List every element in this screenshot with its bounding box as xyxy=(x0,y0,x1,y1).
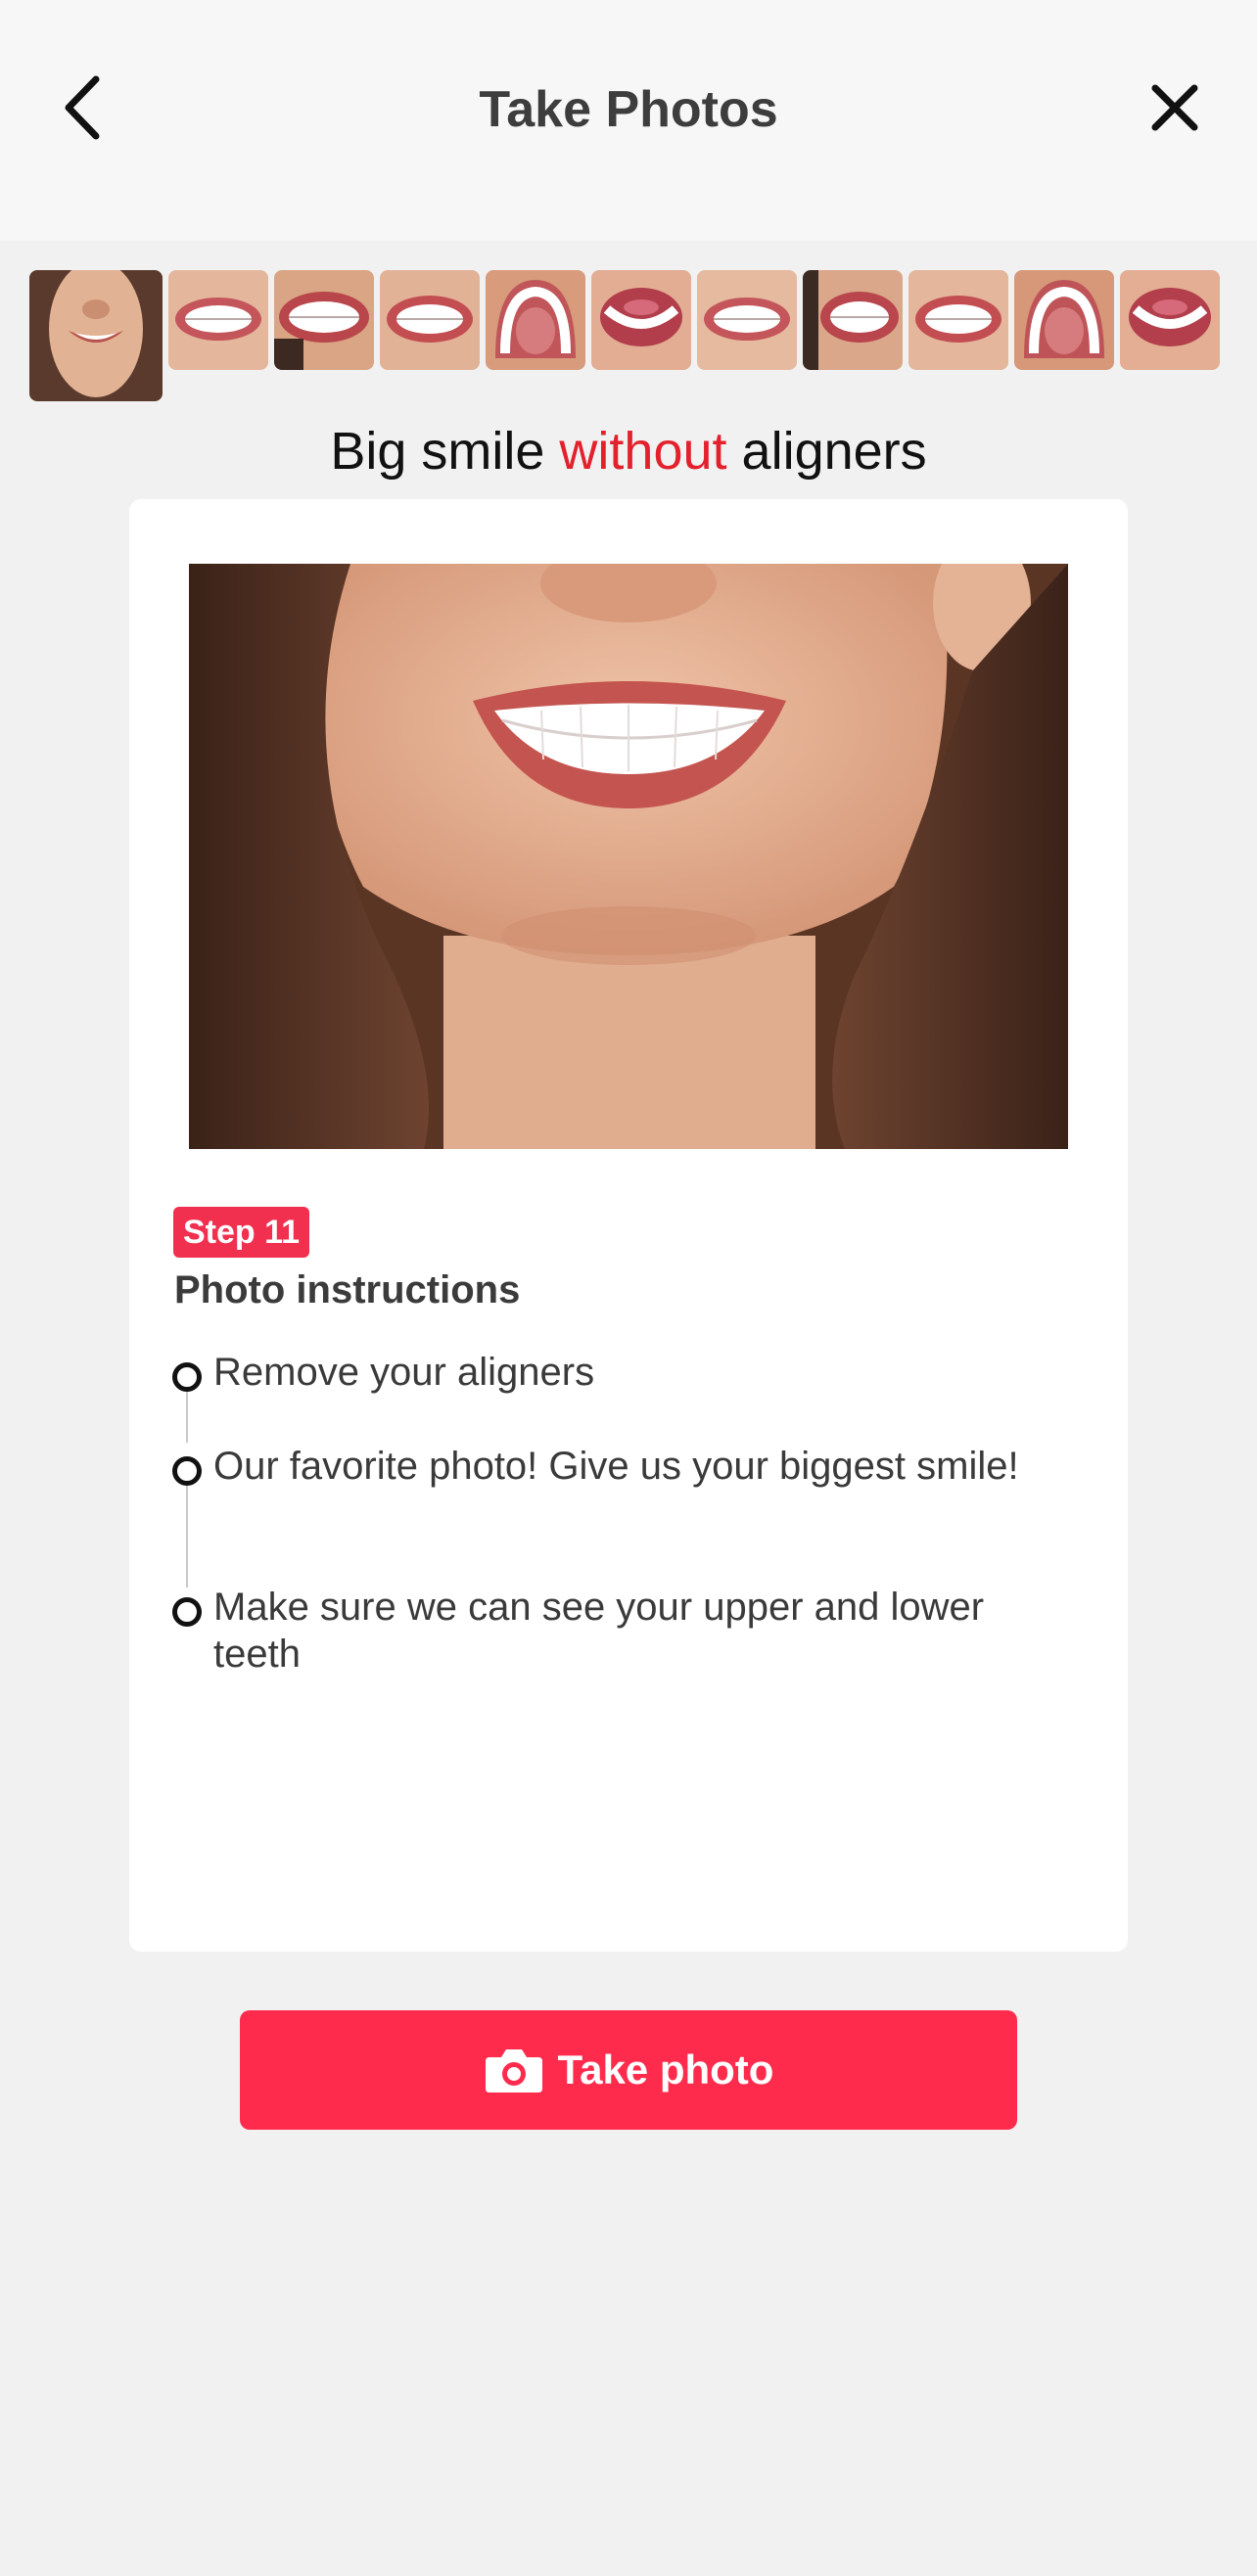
bullet-circle-icon xyxy=(172,1597,202,1627)
top-bar: Take Photos xyxy=(0,0,1257,241)
step-heading-accent: without xyxy=(559,422,727,481)
instruction-card: Step 11 Photo instructions Remove your a… xyxy=(129,499,1128,1952)
thumbnail-teeth-side[interactable] xyxy=(803,270,903,370)
thumbnail-teeth-retract[interactable] xyxy=(274,270,374,370)
step-heading-part2: aligners xyxy=(741,422,927,481)
thumbnail-teeth-front[interactable] xyxy=(697,270,797,370)
camera-icon xyxy=(485,2049,542,2093)
thumbnail-lower-teeth[interactable] xyxy=(591,270,691,370)
instruction-text: Our favorite photo! Give us your biggest… xyxy=(213,1445,1019,1488)
instructions-title: Photo instructions xyxy=(174,1268,521,1311)
thumbnail-teeth-front[interactable] xyxy=(908,270,1008,370)
step-heading: Big smile without aligners xyxy=(0,421,1257,482)
thumbnail-lower-teeth[interactable] xyxy=(1120,270,1220,370)
thumbnail-face-smile[interactable] xyxy=(29,270,163,401)
thumbnail-teeth-front[interactable] xyxy=(168,270,268,370)
timeline-connector xyxy=(186,1384,188,1443)
take-photo-label: Take photo xyxy=(557,2047,774,2093)
timeline-connector xyxy=(186,1478,188,1587)
instruction-text: Remove your aligners xyxy=(213,1351,595,1394)
thumbnail-upper-arch[interactable] xyxy=(1014,270,1114,370)
close-icon xyxy=(1151,84,1198,131)
example-photo xyxy=(189,564,1068,1149)
bullet-circle-icon xyxy=(172,1362,202,1392)
step-badge: Step 11 xyxy=(173,1207,310,1258)
photo-step-thumbnails xyxy=(29,270,1228,403)
thumbnail-teeth-front[interactable] xyxy=(380,270,480,370)
close-button[interactable] xyxy=(1136,69,1214,147)
step-heading-part1: Big smile xyxy=(330,422,545,481)
thumbnail-upper-arch[interactable] xyxy=(486,270,585,370)
instruction-text: Make sure we can see your upper and lowe… xyxy=(213,1586,985,1676)
take-photo-button[interactable]: Take photo xyxy=(240,2010,1017,2130)
bullet-circle-icon xyxy=(172,1456,202,1486)
page-title: Take Photos xyxy=(479,81,778,138)
